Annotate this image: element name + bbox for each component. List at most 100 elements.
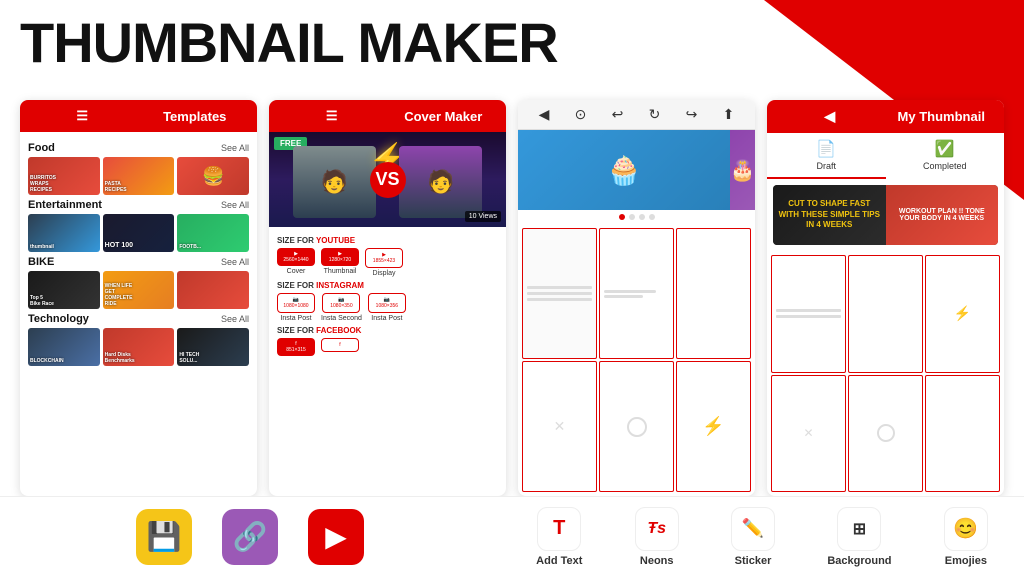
insta-post-1-size[interactable]: 📷 1080×1080 Insta Post <box>277 293 315 322</box>
ent-thumb-1-text: thumbnail <box>30 244 54 250</box>
ent-thumb-2[interactable]: HOT 100 <box>103 214 175 252</box>
template-cell-3[interactable] <box>676 228 751 359</box>
sticker-icon: ✏️ <box>731 507 775 551</box>
bike-see-all[interactable]: See All <box>221 257 249 267</box>
bike-thumb-3[interactable] <box>177 271 249 309</box>
draft-label: Draft <box>816 161 836 171</box>
dot-indicators <box>518 210 755 224</box>
share-button[interactable]: 🔗 <box>222 509 278 565</box>
screen-templates: ☰ Templates Food See All BURRITOSWRAPSRE… <box>20 100 257 496</box>
background-icon: ⊞ <box>837 507 881 551</box>
s4-template-4[interactable]: ✕ <box>771 375 846 493</box>
insta-second-size[interactable]: 📷 1080×350 Insta Second <box>321 293 362 322</box>
youtube-display-size[interactable]: ▶ 1855×423 Display <box>365 248 403 277</box>
screen2-hamburger-icon[interactable]: ☰ <box>279 108 385 124</box>
youtube-button[interactable]: ▶ <box>308 509 364 565</box>
ent-thumb-1[interactable]: thumbnail <box>28 214 100 252</box>
youtube-sizes-row: ▶ 2560×1440 Cover ▶ 1280×720 Thumbnail ▶ <box>277 248 498 277</box>
s4-template-5[interactable] <box>848 375 923 493</box>
template-cell-2[interactable] <box>599 228 674 359</box>
template-cell-1[interactable] <box>522 228 597 359</box>
s4-lightning-icon: ⚡ <box>954 305 971 322</box>
facebook-icon-1: f 851×315 <box>277 338 315 356</box>
bike-thumbs: Top 5Bike Race WHEN LIFEGETCOMPLETERIDE <box>28 271 249 309</box>
food-thumb-2-text: PASTARECIPES <box>105 181 127 193</box>
youtube-icon: ▶ <box>325 520 347 553</box>
s4-template-1[interactable] <box>771 255 846 373</box>
background-tool[interactable]: ⊞ Background <box>827 507 891 567</box>
insta-second-icon: 📷 1080×350 <box>322 293 360 313</box>
share-icon: 🔗 <box>233 520 268 553</box>
technology-thumbs: BLOCKCHAIN Hard DisksBenchmarks HI TECHS… <box>28 328 249 366</box>
youtube-cover-size[interactable]: ▶ 2560×1440 Cover <box>277 248 315 277</box>
bottom-bar-left: 💾 🔗 ▶ <box>0 496 500 576</box>
add-text-tool[interactable]: T Add Text <box>536 507 582 567</box>
emojies-label: Emojies <box>945 555 987 567</box>
completed-icon: ✅ <box>935 139 955 159</box>
instagram-section-title: SIZE FOR INSTAGRAM <box>277 281 498 290</box>
s4-lines-1 <box>772 305 845 322</box>
draft-tab[interactable]: 📄 Draft <box>767 133 886 179</box>
neons-label: Neons <box>640 555 674 567</box>
bike-thumb-2-text: WHEN LIFEGETCOMPLETERIDE <box>105 283 133 307</box>
back-arrow-icon[interactable]: ◀ <box>539 106 550 123</box>
bike-thumb-2[interactable]: WHEN LIFEGETCOMPLETERIDE <box>103 271 175 309</box>
bottom-bar-right: T Add Text Ŧs Neons ✏️ Sticker ⊞ Backgro… <box>500 496 1024 576</box>
screen4-header: ◀ My Thumbnail <box>767 100 1004 133</box>
completed-tab[interactable]: ✅ Completed <box>886 133 1005 179</box>
undo-icon[interactable]: ↩ <box>612 106 624 123</box>
sticker-tool[interactable]: ✏️ Sticker <box>731 507 775 567</box>
food-thumb-1[interactable]: BURRITOSWRAPSRECIPES <box>28 157 100 195</box>
tech-thumb-2[interactable]: Hard DisksBenchmarks <box>103 328 175 366</box>
template-cell-6[interactable]: ⚡ <box>676 361 751 492</box>
food-thumb-2[interactable]: PASTARECIPES <box>103 157 175 195</box>
tech-thumb-1[interactable]: BLOCKCHAIN <box>28 328 100 366</box>
s4-template-3[interactable]: ⚡ <box>925 255 1000 373</box>
completed-label: Completed <box>923 161 967 171</box>
insta-post-1-icon: 📷 1080×1080 <box>277 293 315 313</box>
template-cell-4[interactable]: ✕ <box>522 361 597 492</box>
ent-thumb-3[interactable]: FOOTB... <box>177 214 249 252</box>
layers-icon[interactable]: ⊙ <box>575 106 587 123</box>
redo-icon[interactable]: ↻ <box>649 106 661 123</box>
template-circle <box>627 417 647 437</box>
insta-post-2-size[interactable]: 📷 1080×356 Insta Post <box>368 293 406 322</box>
screen1-title: Templates <box>143 109 248 124</box>
facebook-size-1[interactable]: f 851×315 <box>277 338 315 356</box>
dot-4 <box>649 214 655 220</box>
food-category-row: Food See All <box>28 142 249 154</box>
export-icon[interactable]: ⬆ <box>723 106 735 123</box>
screen2-body: SIZE FOR YOUTUBE ▶ 2560×1440 Cover ▶ 128… <box>269 227 506 496</box>
tech-thumb-3[interactable]: HI TECHSOLU... <box>177 328 249 366</box>
screen4-back-icon[interactable]: ◀ <box>777 108 883 125</box>
hamburger-icon[interactable]: ☰ <box>30 108 135 124</box>
s4-template-2[interactable] <box>848 255 923 373</box>
neons-tool[interactable]: Ŧs Neons <box>635 507 679 567</box>
youtube-thumbnail-size[interactable]: ▶ 1280×720 Thumbnail <box>321 248 359 277</box>
youtube-display-label: Display <box>373 270 396 277</box>
candle-image: 🎂 <box>730 130 755 210</box>
forward-icon[interactable]: ↪ <box>686 106 698 123</box>
template-cell-5[interactable] <box>599 361 674 492</box>
editor-image-row: 🧁 🎂 <box>518 130 755 210</box>
screen3-header: ◀ ⊙ ↩ ↻ ↪ ⬆ <box>518 100 755 130</box>
facebook-size-2[interactable]: f <box>321 338 359 356</box>
screens-container: ☰ Templates Food See All BURRITOSWRAPSRE… <box>20 100 1004 496</box>
bike-thumb-1-text: Top 5Bike Race <box>30 295 54 307</box>
entertainment-see-all[interactable]: See All <box>221 200 249 210</box>
save-button[interactable]: 💾 <box>136 509 192 565</box>
food-thumb-3-icon: 🍔 <box>177 157 249 195</box>
bike-thumb-1[interactable]: Top 5Bike Race <box>28 271 100 309</box>
emojies-tool[interactable]: 😊 Emojies <box>944 507 988 567</box>
instagram-sizes-row: 📷 1080×1080 Insta Post 📷 1080×350 Insta … <box>277 293 498 322</box>
s4-line-1 <box>776 309 841 312</box>
screen-editor: ◀ ⊙ ↩ ↻ ↪ ⬆ 🧁 🎂 <box>518 100 755 496</box>
insta-second-label: Insta Second <box>321 315 362 322</box>
food-see-all[interactable]: See All <box>221 143 249 153</box>
technology-see-all[interactable]: See All <box>221 314 249 324</box>
screen-my-thumbnail: ◀ My Thumbnail 📄 Draft ✅ Completed CUT T… <box>767 100 1004 496</box>
food-thumb-3[interactable]: 🍔 <box>177 157 249 195</box>
background-label: Background <box>827 555 891 567</box>
cover-image-area: FREE 🧑 ⚡ 🧑 VS 10 Views <box>269 132 506 227</box>
s4-template-6[interactable] <box>925 375 1000 493</box>
